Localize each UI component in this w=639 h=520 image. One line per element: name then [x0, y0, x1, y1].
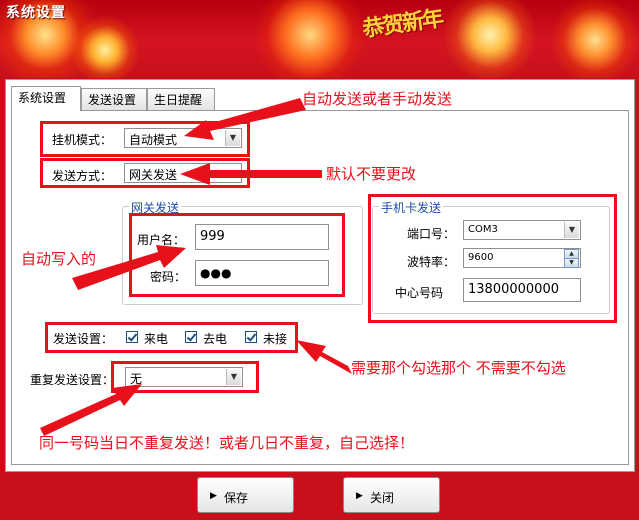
play-right-icon: ▶ — [356, 491, 363, 501]
annotation-default-no-change: 默认不要更改 — [326, 165, 417, 183]
close-button[interactable]: ▶ 关闭 — [343, 477, 440, 513]
firework-decoration — [550, 0, 639, 78]
play-right-icon: ▶ — [210, 491, 217, 501]
close-button-label: 关闭 — [370, 491, 395, 505]
annotation-repeat-note: 同一号码当日不重复发送！或者几日不重复，自己选择！ — [39, 434, 415, 452]
annotation-auto-written: 自动写入的 — [21, 250, 97, 268]
annotation-box-send-method — [40, 158, 250, 188]
annotation-check-needed: 需要那个勾选那个 不需要不勾选 — [351, 359, 566, 377]
tab-system-settings[interactable]: 系统设置 — [11, 86, 81, 111]
title-banner: 恭贺新年 系统设置 — [0, 0, 639, 78]
annotation-box-repeat — [111, 361, 259, 393]
annotation-box-send-settings — [45, 322, 298, 353]
repeat-label: 重复发送设置： — [30, 373, 115, 387]
save-button[interactable]: ▶ 保存 — [197, 477, 294, 513]
tab-birthday-reminder[interactable]: 生日提醒 — [147, 88, 215, 110]
annotation-box-gateway — [129, 213, 345, 297]
banner-greeting: 恭贺新年 — [360, 6, 444, 43]
save-button-label: 保存 — [224, 491, 249, 505]
annotation-auto-or-manual: 自动发送或者手动发送 — [302, 90, 453, 108]
annotation-box-sim-card — [368, 194, 617, 323]
tab-send-settings[interactable]: 发送设置 — [81, 88, 147, 110]
annotation-box-hang-mode — [40, 121, 250, 157]
firework-decoration — [70, 15, 140, 78]
window-title: 系统设置 — [6, 5, 66, 21]
firework-decoration — [250, 0, 370, 78]
firework-decoration — [440, 0, 540, 78]
